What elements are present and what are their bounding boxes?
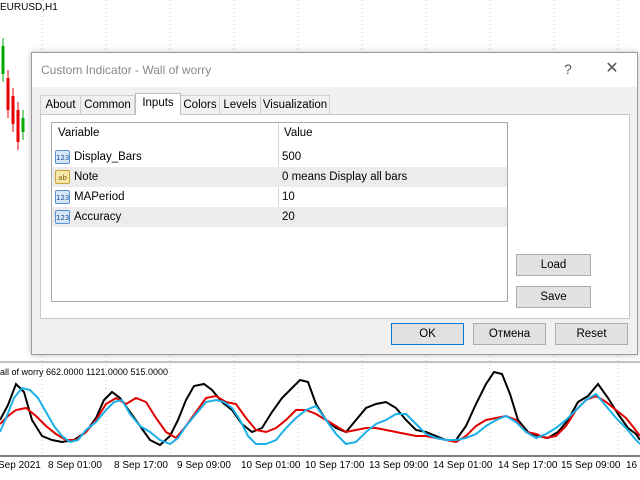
grid-header: Variable Value (52, 123, 507, 145)
time-axis-label: 10 Sep 17:00 (305, 460, 365, 471)
time-axis-label: 14 Sep 17:00 (498, 460, 558, 471)
variable-value[interactable]: 0 means Display all bars (282, 171, 407, 183)
candle-body (6, 78, 10, 110)
time-axis-label: 13 Sep 09:00 (369, 460, 429, 471)
ok-button[interactable]: OK (391, 323, 464, 345)
time-axis-label: 15 Sep 09:00 (561, 460, 621, 471)
value-column-header[interactable]: Value (284, 127, 313, 139)
grid-row-maperiod[interactable]: 123 MAPeriod 10 (52, 187, 507, 207)
candle-body (16, 110, 20, 142)
time-axis: Sep 2021 8 Sep 01:00 8 Sep 17:00 9 Sep 0… (0, 456, 640, 480)
time-axis-label: 8 Sep 17:00 (114, 460, 168, 471)
candle-body (11, 96, 15, 124)
integer-type-icon: 123 (55, 150, 70, 164)
tab-colors[interactable]: Colors (180, 95, 220, 114)
tab-about[interactable]: About (40, 95, 81, 114)
save-button[interactable]: Save (516, 286, 591, 308)
tab-inputs[interactable]: Inputs (135, 93, 181, 115)
indicator-subwindow-label: all of worry 662.0000 1121.0000 515.0000 (0, 367, 168, 377)
variable-column-header[interactable]: Variable (58, 127, 99, 139)
inputs-tab-panel: Variable Value 123 Display_Bars 500 ab N… (40, 114, 630, 319)
inputs-grid[interactable]: Variable Value 123 Display_Bars 500 ab N… (51, 122, 508, 302)
tab-levels[interactable]: Levels (219, 95, 261, 114)
variable-value[interactable]: 500 (282, 151, 301, 163)
variable-name: Accuracy (74, 211, 122, 223)
close-icon[interactable]: ✕ (600, 59, 624, 79)
integer-type-icon: 123 (55, 210, 70, 224)
time-axis-label: 14 Sep 01:00 (433, 460, 493, 471)
grid-row-accuracy[interactable]: 123 Accuracy 20 (52, 207, 507, 227)
tab-visualization[interactable]: Visualization (260, 95, 330, 114)
reset-button[interactable]: Reset (555, 323, 628, 345)
time-axis-label: 8 Sep 01:00 (48, 460, 102, 471)
integer-type-icon: 123 (55, 190, 70, 204)
grid-row-note[interactable]: ab Note 0 means Display all bars (52, 167, 507, 187)
variable-name: Display_Bars (74, 151, 142, 163)
candle-body (1, 46, 5, 74)
candle-body (21, 118, 25, 132)
time-axis-label: 16 S (626, 460, 640, 471)
load-button[interactable]: Load (516, 254, 591, 276)
dialog-titlebar[interactable]: Custom Indicator - Wall of worry ? ✕ (32, 53, 637, 87)
dialog-title: Custom Indicator - Wall of worry (41, 63, 212, 77)
chart-symbol-label: EURUSD,H1 (0, 2, 58, 13)
tab-common[interactable]: Common (80, 95, 135, 114)
variable-value[interactable]: 10 (282, 191, 295, 203)
custom-indicator-dialog: Custom Indicator - Wall of worry ? ✕ Abo… (31, 52, 638, 355)
grid-row-display-bars[interactable]: 123 Display_Bars 500 (52, 147, 507, 167)
time-axis-label: 10 Sep 01:00 (241, 460, 301, 471)
time-axis-label: Sep 2021 (0, 460, 41, 471)
variable-value[interactable]: 20 (282, 211, 295, 223)
variable-name: Note (74, 171, 99, 183)
help-button[interactable]: ? (556, 59, 580, 79)
string-type-icon: ab (55, 170, 70, 184)
cancel-button[interactable]: Отмена (473, 323, 546, 345)
variable-name: MAPeriod (74, 191, 125, 203)
time-axis-label: 9 Sep 09:00 (177, 460, 231, 471)
